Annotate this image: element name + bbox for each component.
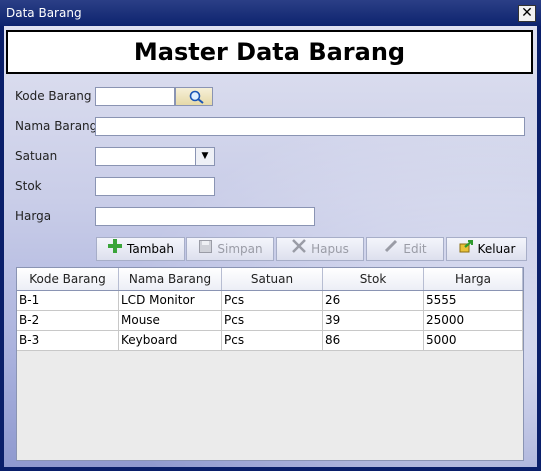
table-body: B-1 LCD Monitor Pcs 26 5555 B-2 Mouse Pc… — [17, 291, 523, 351]
table-header: Kode Barang Nama Barang Satuan Stok Harg… — [17, 268, 523, 291]
cell-harga: 5555 — [424, 291, 523, 310]
simpan-button[interactable]: Simpan — [186, 237, 274, 261]
page-title: Master Data Barang — [6, 30, 533, 74]
stok-label: Stok — [15, 179, 42, 193]
cell-harga: 5000 — [424, 331, 523, 350]
kode-barang-label: Kode Barang — [15, 89, 92, 103]
cell-nama: Mouse — [119, 311, 222, 330]
pencil-icon — [383, 238, 399, 260]
harga-label: Harga — [15, 209, 52, 223]
cell-satuan: Pcs — [222, 331, 323, 350]
cell-stok: 39 — [323, 311, 424, 330]
chevron-down-icon[interactable]: ▼ — [195, 148, 214, 165]
nama-barang-label: Nama Barang — [15, 119, 98, 133]
cell-kode: B-3 — [17, 331, 119, 350]
cell-satuan: Pcs — [222, 291, 323, 310]
hapus-label: Hapus — [311, 242, 349, 256]
table-row[interactable]: B-1 LCD Monitor Pcs 26 5555 — [17, 291, 523, 311]
form-panel: Master Data Barang Kode Barang Nama Bara… — [4, 26, 537, 467]
keluar-label: Keluar — [477, 242, 516, 256]
title-bar: Data Barang ✕ — [0, 0, 541, 26]
column-header-harga[interactable]: Harga — [424, 268, 523, 290]
cell-stok: 86 — [323, 331, 424, 350]
data-barang-window: Data Barang ✕ Master Data Barang Kode Ba… — [0, 0, 541, 471]
search-button[interactable] — [175, 87, 213, 106]
cell-nama: Keyboard — [119, 331, 222, 350]
column-header-satuan[interactable]: Satuan — [222, 268, 323, 290]
simpan-label: Simpan — [217, 242, 263, 256]
cell-stok: 26 — [323, 291, 424, 310]
x-icon — [291, 238, 307, 260]
search-icon — [189, 90, 204, 104]
hapus-button[interactable]: Hapus — [276, 237, 364, 261]
stok-field[interactable] — [95, 177, 215, 196]
table-row[interactable]: B-3 Keyboard Pcs 86 5000 — [17, 331, 523, 351]
kode-barang-field[interactable] — [95, 87, 175, 106]
tambah-button[interactable]: Tambah — [96, 237, 185, 261]
cell-harga: 25000 — [424, 311, 523, 330]
plus-icon — [107, 238, 123, 260]
column-header-kode[interactable]: Kode Barang — [17, 268, 119, 290]
cell-kode: B-2 — [17, 311, 119, 330]
floppy-icon — [197, 238, 213, 260]
exit-icon — [458, 238, 474, 260]
satuan-select[interactable]: ▼ — [95, 147, 215, 166]
harga-field[interactable] — [95, 207, 315, 226]
barang-table: Kode Barang Nama Barang Satuan Stok Harg… — [16, 267, 524, 461]
edit-label: Edit — [403, 242, 427, 256]
cell-nama: LCD Monitor — [119, 291, 222, 310]
satuan-label: Satuan — [15, 149, 58, 163]
close-button[interactable]: ✕ — [518, 5, 536, 22]
edit-button[interactable]: Edit — [366, 237, 444, 261]
column-header-nama[interactable]: Nama Barang — [119, 268, 222, 290]
table-row[interactable]: B-2 Mouse Pcs 39 25000 — [17, 311, 523, 331]
window-title: Data Barang — [6, 6, 82, 20]
nama-barang-field[interactable] — [95, 117, 525, 136]
cell-kode: B-1 — [17, 291, 119, 310]
keluar-button[interactable]: Keluar — [446, 237, 527, 261]
cell-satuan: Pcs — [222, 311, 323, 330]
tambah-label: Tambah — [127, 242, 174, 256]
column-header-stok[interactable]: Stok — [323, 268, 424, 290]
